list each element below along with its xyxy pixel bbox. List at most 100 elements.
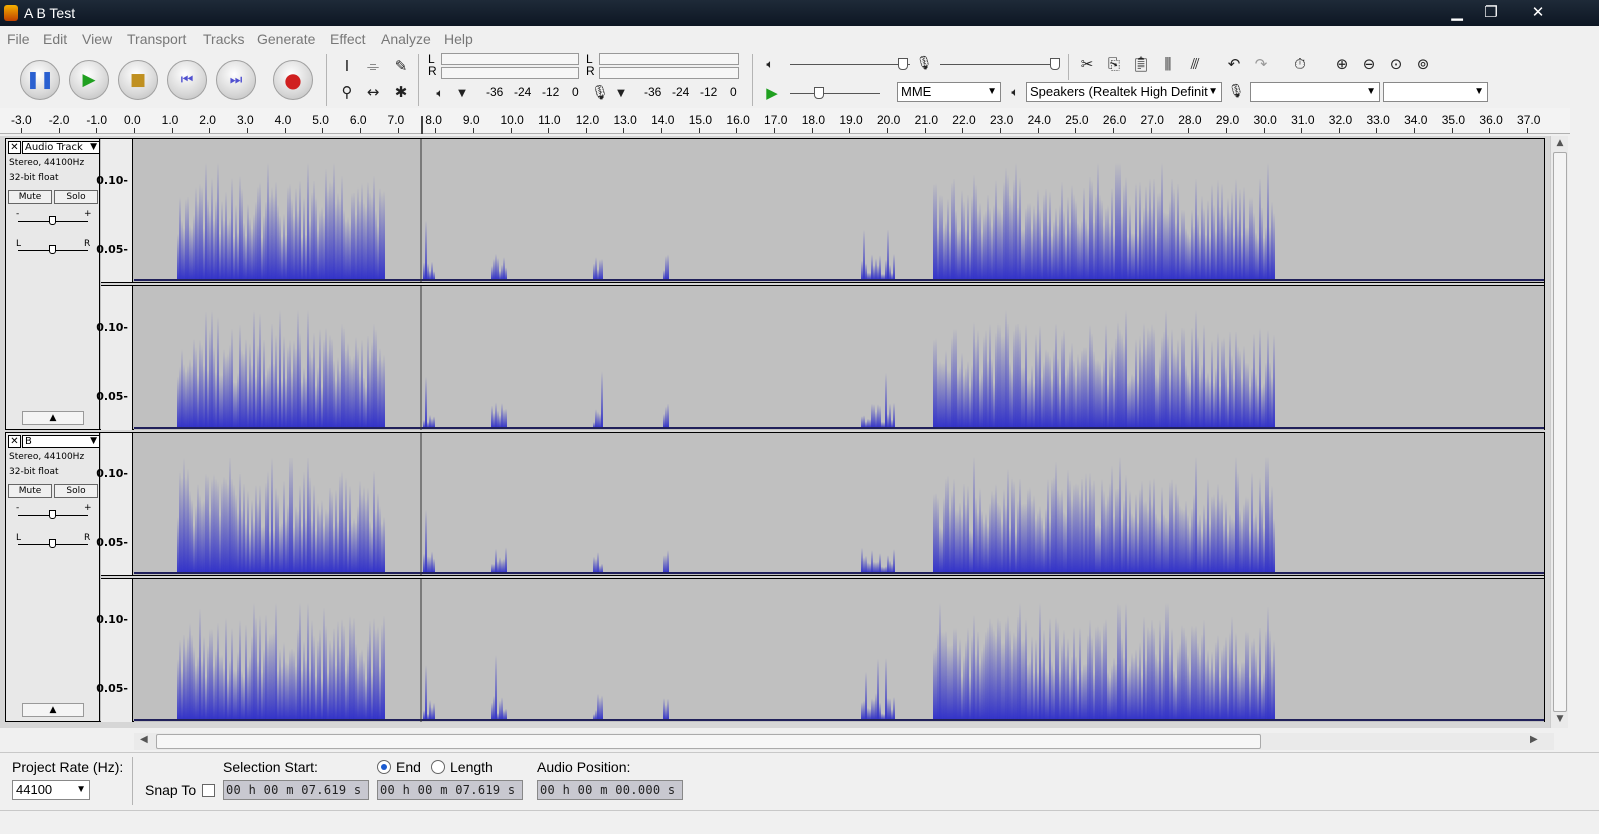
selection-end-time[interactable]: 00 h 00 m 07.619 s: [377, 780, 523, 800]
gain-slider-thumb[interactable]: [49, 510, 56, 519]
solo-button[interactable]: Solo: [54, 484, 98, 498]
scroll-down-icon[interactable]: ▼: [1551, 714, 1569, 724]
playhead-marker[interactable]: [421, 116, 423, 134]
skip-to-end-button[interactable]: ⏭: [216, 60, 256, 100]
horizontal-scroll-thumb[interactable]: [156, 734, 1261, 749]
paste-icon[interactable]: 📋︎: [1131, 54, 1151, 74]
track-name-menu[interactable]: B ▼: [22, 435, 100, 448]
play-speed-slider[interactable]: [790, 93, 880, 94]
waveform-left-channel[interactable]: [134, 139, 1544, 282]
input-volume-thumb[interactable]: [1050, 58, 1060, 70]
play-speed-thumb[interactable]: [814, 87, 824, 99]
sync-lock-icon[interactable]: ⏱: [1290, 54, 1310, 74]
stop-button[interactable]: ■: [118, 60, 158, 100]
gain-slider-thumb[interactable]: [49, 216, 56, 225]
waveform-right-channel[interactable]: [134, 579, 1544, 722]
zoom-tool-icon[interactable]: ⚲: [337, 82, 357, 102]
end-radio[interactable]: [377, 760, 391, 774]
audio-position-time[interactable]: 00 h 00 m 00.000 s: [537, 780, 683, 800]
scroll-right-icon[interactable]: ▶: [1530, 734, 1538, 745]
multi-tool-icon[interactable]: ✱: [391, 82, 411, 102]
menu-effect[interactable]: Effect: [330, 31, 366, 47]
minimize-button[interactable]: ▁: [1442, 1, 1472, 23]
play-meter-bar-left[interactable]: [599, 53, 739, 65]
selection-start-label: Selection Start:: [223, 759, 318, 775]
chevron-down-icon[interactable]: ▼: [452, 84, 472, 104]
audio-track-b[interactable]: ✕ B ▼ Stereo, 44100Hz 32-bit float Mute …: [5, 432, 1545, 722]
project-rate-select[interactable]: 44100 ▼: [12, 780, 90, 800]
record-meter-bar-right[interactable]: [441, 67, 579, 79]
ruler-tick-label: 18.0: [801, 113, 826, 127]
selection-start-time[interactable]: 00 h 00 m 07.619 s: [223, 780, 369, 800]
speaker-icon[interactable]: 🔈︎: [430, 83, 450, 103]
close-track-icon[interactable]: ✕: [8, 435, 21, 448]
menu-edit[interactable]: Edit: [43, 31, 67, 47]
mute-button[interactable]: Mute: [8, 484, 52, 498]
collapse-track-icon[interactable]: ▲: [22, 703, 84, 717]
input-device-select[interactable]: ▼: [1250, 82, 1380, 102]
title-bar: A B Test ▁ ❐ ✕: [0, 0, 1599, 26]
tracks-area[interactable]: ✕ Audio Track ▼ Stereo, 44100Hz 32-bit f…: [0, 136, 1550, 728]
zoom-in-icon[interactable]: ⊕: [1332, 54, 1352, 74]
pan-slider-thumb[interactable]: [49, 539, 56, 548]
menu-view[interactable]: View: [82, 31, 112, 47]
vertical-scale: 0.10- 0.05-: [96, 579, 133, 722]
length-radio[interactable]: [431, 760, 445, 774]
menu-transport[interactable]: Transport: [127, 31, 186, 47]
record-button[interactable]: ●: [273, 60, 313, 100]
snap-to-checkbox[interactable]: [202, 784, 215, 797]
fit-project-icon[interactable]: ⊚: [1413, 54, 1433, 74]
draw-tool-icon[interactable]: ✎: [391, 56, 411, 76]
close-track-icon[interactable]: ✕: [8, 141, 21, 154]
menu-file[interactable]: File: [7, 31, 30, 47]
vertical-scroll-thumb[interactable]: [1553, 152, 1567, 712]
trim-icon[interactable]: ⫼: [1158, 54, 1178, 74]
solo-button[interactable]: Solo: [54, 190, 98, 204]
play-button[interactable]: ▶: [69, 60, 109, 100]
timeline-ruler[interactable]: -3.0 -2.0 -1.0 0.0 1.0 2.0 3.0 4.0 5.0 6.0 7.0 8.0 9…: [0, 108, 1570, 134]
menu-help[interactable]: Help: [444, 31, 473, 47]
output-volume-slider[interactable]: [790, 64, 910, 65]
cut-icon[interactable]: ✂: [1077, 54, 1097, 74]
output-device-select[interactable]: Speakers (Realtek High Definit ▼: [1026, 82, 1222, 102]
silence-icon[interactable]: ⫻: [1185, 54, 1205, 74]
selection-tool-icon[interactable]: I: [337, 56, 357, 76]
scroll-up-icon[interactable]: ▲: [1551, 138, 1569, 148]
pause-button[interactable]: ❚❚: [20, 60, 60, 100]
skip-to-start-button[interactable]: ⏮: [167, 60, 207, 100]
waveform-right-channel[interactable]: [134, 286, 1544, 430]
menu-analyze[interactable]: Analyze: [381, 31, 431, 47]
copy-icon[interactable]: ⎘: [1104, 54, 1124, 74]
play-meter-bar-right[interactable]: [599, 67, 739, 79]
input-volume-slider[interactable]: [940, 64, 1060, 65]
zoom-out-icon[interactable]: ⊖: [1359, 54, 1379, 74]
menu-tracks[interactable]: Tracks: [203, 31, 244, 47]
undo-icon[interactable]: ↶: [1224, 54, 1244, 74]
audio-host-select[interactable]: MME ▼: [897, 82, 1001, 102]
restore-button[interactable]: ❐: [1476, 1, 1506, 23]
record-meter-bar-left[interactable]: [441, 53, 579, 65]
timeshift-tool-icon[interactable]: ↔: [363, 82, 383, 102]
fit-selection-icon[interactable]: ⊙: [1386, 54, 1406, 74]
vertical-scrollbar[interactable]: ▲ ▼: [1550, 136, 1568, 728]
audio-track-a[interactable]: ✕ Audio Track ▼ Stereo, 44100Hz 32-bit f…: [5, 138, 1545, 430]
envelope-tool-icon[interactable]: ⌯: [363, 56, 383, 76]
track-name-menu[interactable]: Audio Track ▼: [22, 141, 100, 154]
redo-icon[interactable]: ↷: [1251, 54, 1271, 74]
microphone-icon[interactable]: 🎙︎: [590, 83, 610, 103]
input-channels-select[interactable]: ▼: [1383, 82, 1488, 102]
ruler-tick-label: 34.0: [1404, 113, 1428, 127]
pan-slider-thumb[interactable]: [49, 245, 56, 254]
horizontal-scrollbar[interactable]: ◀ ▶: [134, 733, 1554, 750]
play-at-speed-icon[interactable]: ▶: [762, 83, 782, 103]
output-volume-thumb[interactable]: [898, 58, 908, 70]
menu-generate[interactable]: Generate: [257, 31, 315, 47]
scroll-left-icon[interactable]: ◀: [140, 734, 148, 745]
ruler-tick-mark: [472, 128, 474, 133]
collapse-track-icon[interactable]: ▲: [22, 411, 84, 425]
close-button[interactable]: ✕: [1520, 1, 1556, 23]
waveform-left-channel[interactable]: [134, 433, 1544, 575]
mute-button[interactable]: Mute: [8, 190, 52, 204]
vertical-scale: 0.10- 0.05-: [96, 139, 133, 282]
chevron-down-icon[interactable]: ▼: [611, 84, 631, 104]
